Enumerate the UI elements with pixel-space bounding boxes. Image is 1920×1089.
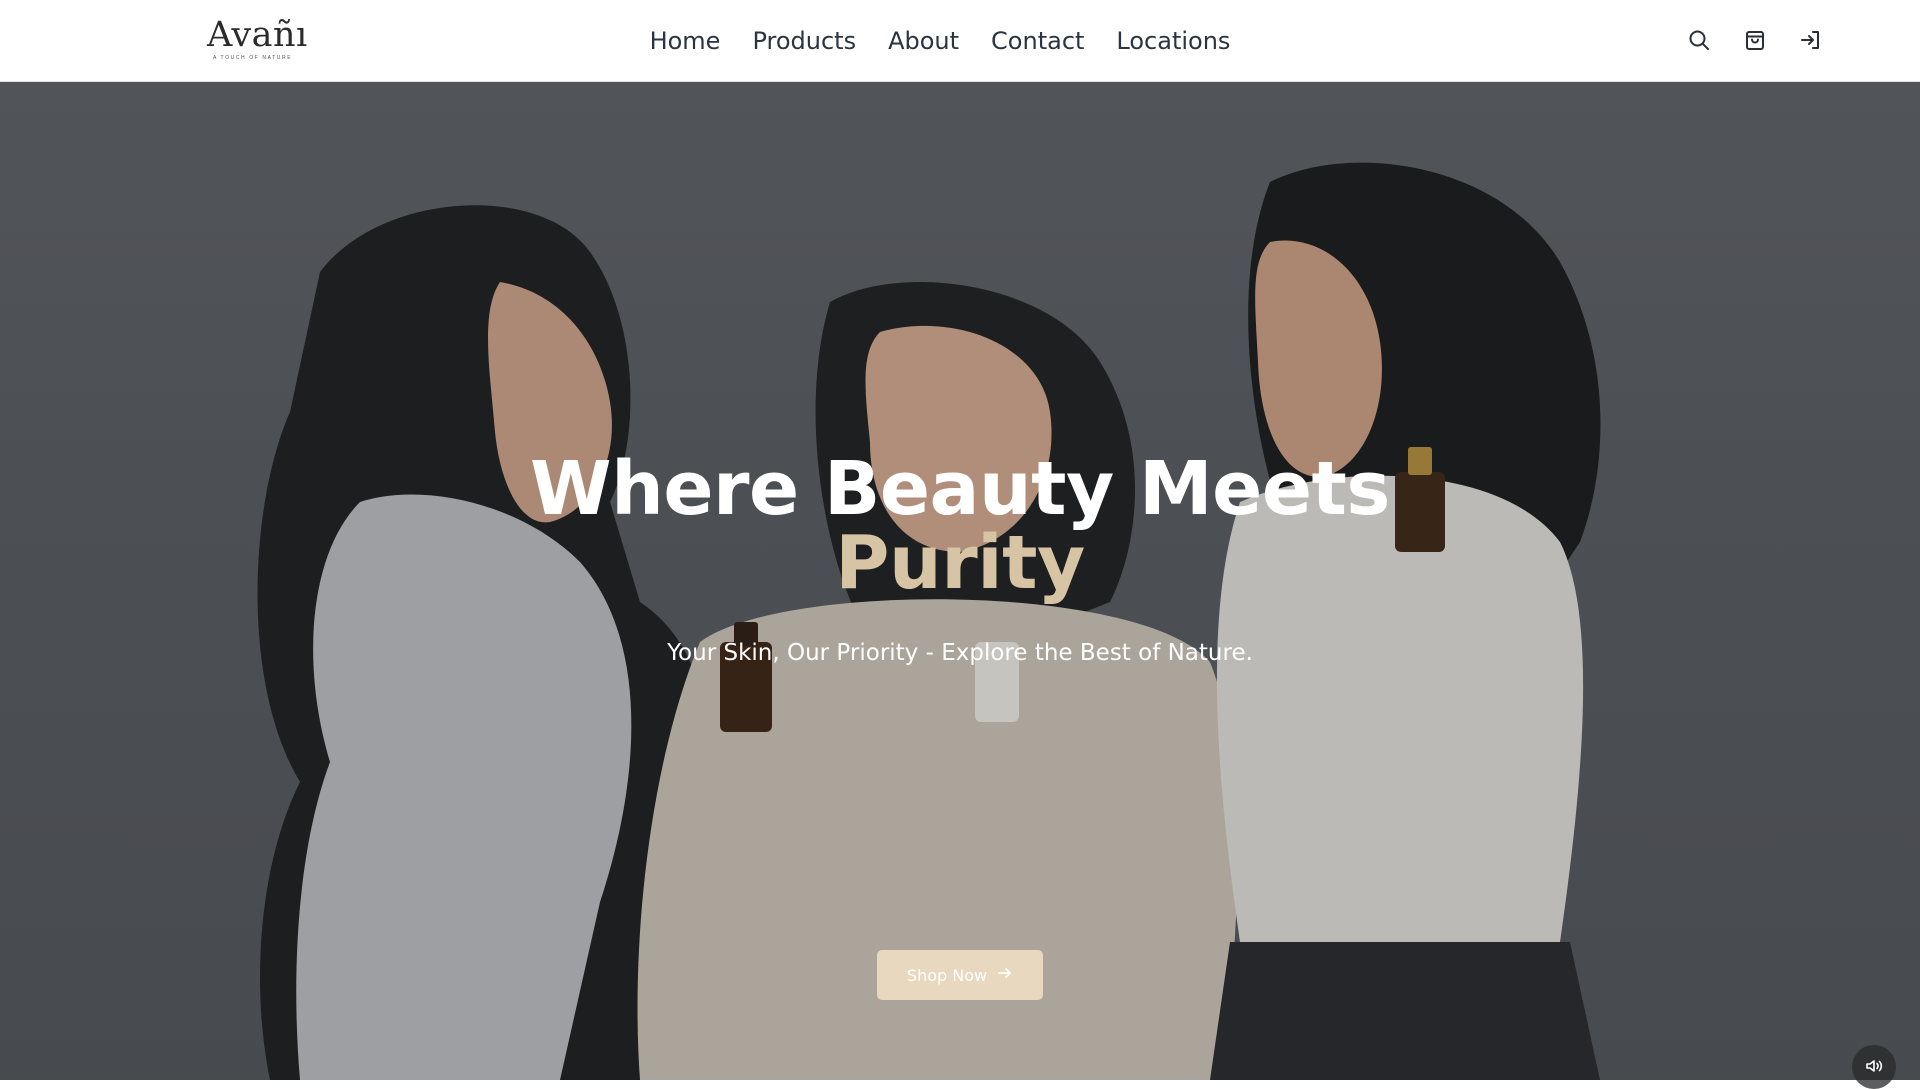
nav-link-locations[interactable]: Locations [1116, 27, 1230, 55]
hero-title: Where Beauty Meets Purity [0, 452, 1920, 600]
sound-toggle-button[interactable] [1852, 1045, 1896, 1089]
brand-tagline: A touch of nature [213, 55, 293, 61]
hero-content: Where Beauty Meets Purity Your Skin, Our… [0, 452, 1920, 666]
search-icon [1687, 28, 1711, 55]
shop-now-label: Shop Now [906, 965, 988, 985]
shop-now-button[interactable]: Shop Now [877, 950, 1043, 1000]
sign-in-icon [1799, 28, 1823, 55]
site-header: Avañı A touch of nature Home Products Ab… [0, 0, 1920, 82]
shopping-bag-icon [1743, 28, 1767, 55]
hero-title-line: Where Beauty Meets [530, 446, 1390, 532]
nav-link-contact[interactable]: Contact [991, 27, 1084, 55]
brand-name: Avañı [207, 15, 308, 55]
search-button[interactable] [1683, 25, 1715, 57]
main-nav: Home Products About Contact Locations [640, 0, 1240, 82]
arrow-right-icon [997, 965, 1013, 985]
nav-link-about[interactable]: About [888, 27, 959, 55]
header-actions [1520, 0, 1920, 82]
cart-button[interactable] [1739, 25, 1771, 57]
hero-subtitle: Your Skin, Our Priority - Explore the Be… [667, 640, 1253, 666]
hero-title-accent: Purity [835, 520, 1085, 606]
nav-link-home[interactable]: Home [650, 27, 721, 55]
sign-in-button[interactable] [1795, 25, 1827, 57]
volume-icon [1864, 1056, 1884, 1079]
nav-link-products[interactable]: Products [752, 27, 856, 55]
brand-logo[interactable]: Avañı A touch of nature [207, 16, 307, 64]
hero-section: Where Beauty Meets Purity Your Skin, Our… [0, 82, 1920, 1080]
